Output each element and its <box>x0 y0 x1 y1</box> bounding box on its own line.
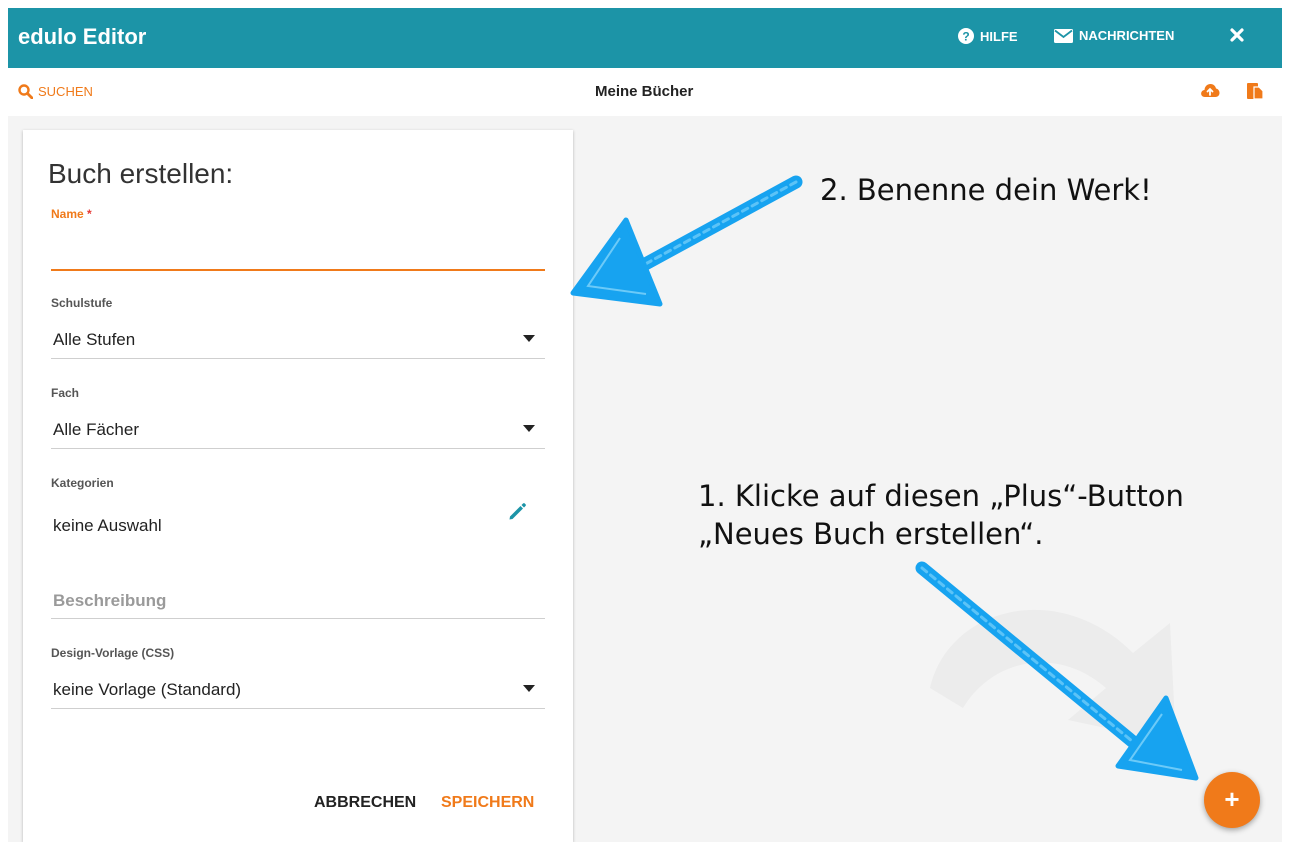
search-icon <box>18 84 33 99</box>
sub-toolbar: SUCHEN Meine Bücher <box>8 68 1282 116</box>
beschreibung-input[interactable]: Beschreibung <box>51 582 545 619</box>
upload-button[interactable] <box>1200 82 1220 103</box>
chevron-down-icon <box>523 685 535 692</box>
schulstufe-value: Alle Stufen <box>53 330 136 349</box>
beschreibung-placeholder: Beschreibung <box>53 591 167 610</box>
design-value: keine Vorlage (Standard) <box>53 680 242 699</box>
cloud-upload-icon <box>1201 84 1220 97</box>
app-window: edulo Editor ? HILFE NACHRICHTEN SUCHEN … <box>8 8 1282 842</box>
close-button[interactable] <box>1230 22 1244 48</box>
dialog-title: Buch erstellen: <box>48 158 234 189</box>
cancel-button[interactable]: ABBRECHEN <box>314 794 416 812</box>
search-label: SUCHEN <box>38 84 93 99</box>
svg-text:?: ? <box>962 30 969 44</box>
messages-button[interactable]: NACHRICHTEN <box>1054 28 1174 43</box>
app-title: edulo Editor <box>18 24 147 49</box>
search-button[interactable]: SUCHEN <box>18 84 93 99</box>
import-button[interactable] <box>1246 82 1264 105</box>
name-label-text: Name <box>51 207 84 221</box>
pencil-icon <box>509 503 526 520</box>
annotation-step1-line1: 1. Klicke auf diesen „Plus“-Button <box>698 479 1184 513</box>
import-icon <box>1247 83 1264 100</box>
annotation-step1-line2: „Neues Buch erstellen“. <box>698 517 1044 551</box>
add-book-button[interactable]: + <box>1204 772 1260 828</box>
close-icon <box>1230 28 1244 42</box>
chevron-down-icon <box>523 335 535 342</box>
question-circle-icon: ? <box>958 28 974 44</box>
help-button[interactable]: ? HILFE <box>958 28 1018 44</box>
plus-icon: + <box>1224 784 1240 814</box>
fach-select[interactable]: Alle Fächer <box>51 412 545 449</box>
save-button[interactable]: SPEICHERN <box>441 794 534 812</box>
fach-value: Alle Fächer <box>53 420 139 439</box>
name-input-underline <box>51 269 545 271</box>
annotation-arrow-name <box>570 175 803 307</box>
annotation-step2: 2. Benenne dein Werk! <box>820 173 1152 207</box>
top-bar: edulo Editor ? HILFE NACHRICHTEN <box>8 8 1282 68</box>
create-book-dialog: Buch erstellen: Name * Schulstufe Alle S… <box>23 130 573 842</box>
kategorien-value: keine Auswahl <box>53 516 162 535</box>
help-label: HILFE <box>980 28 1018 44</box>
annotation-arrow-plus <box>915 561 1199 781</box>
edit-categories-button[interactable] <box>507 502 527 527</box>
design-label: Design-Vorlage (CSS) <box>51 646 175 660</box>
required-mark: * <box>87 207 92 221</box>
fach-label: Fach <box>51 386 80 400</box>
envelope-icon <box>1054 28 1073 43</box>
name-input[interactable] <box>51 232 549 268</box>
schulstufe-label: Schulstufe <box>51 296 113 310</box>
chevron-down-icon <box>523 425 535 432</box>
page-title: Meine Bücher <box>595 83 694 100</box>
messages-label: NACHRICHTEN <box>1079 28 1175 43</box>
name-label: Name * <box>51 207 92 221</box>
schulstufe-select[interactable]: Alle Stufen <box>51 322 545 359</box>
design-select[interactable]: keine Vorlage (Standard) <box>51 672 545 709</box>
kategorien-label: Kategorien <box>51 476 114 490</box>
